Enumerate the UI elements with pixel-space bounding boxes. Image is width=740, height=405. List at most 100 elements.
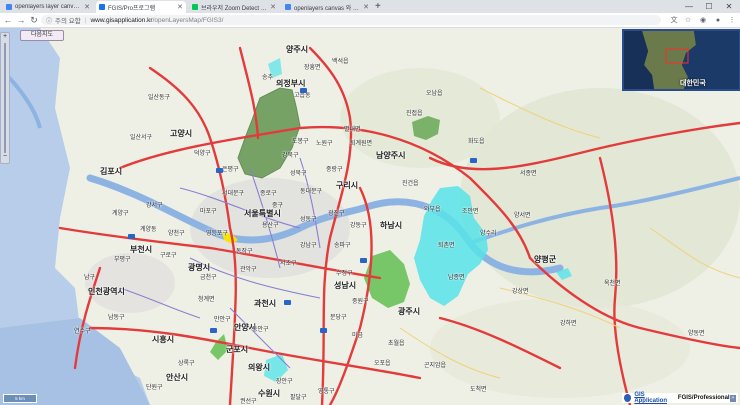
tab-openlayers-layer[interactable]: openlayers layer canvas image ✕ bbox=[3, 1, 93, 13]
minimize-button[interactable]: — bbox=[682, 0, 696, 12]
district-label: 와부읍 bbox=[424, 207, 441, 213]
district-label: 관악구 bbox=[240, 267, 257, 273]
district-label: 동작구 bbox=[236, 249, 253, 255]
collapse-button[interactable]: » bbox=[729, 394, 736, 402]
star-icon[interactable]: ☆ bbox=[683, 15, 693, 25]
address-bar[interactable]: ⓘ 주의 요함 | www.gisapplication.kr /openLay… bbox=[41, 15, 661, 25]
tab-label: FGIS/Pro프로그램 bbox=[108, 5, 156, 12]
zoom-in-button[interactable]: + bbox=[1, 33, 9, 41]
district-label: 조안면 bbox=[462, 209, 479, 215]
district-label: 영등포구 bbox=[206, 231, 229, 237]
district-label: 남구 bbox=[84, 275, 96, 281]
close-icon[interactable]: ✕ bbox=[270, 3, 276, 11]
city-label: 양주시 bbox=[286, 45, 309, 54]
district-label: 부평구 bbox=[114, 257, 131, 263]
district-label: 퇴촌면 bbox=[438, 243, 455, 249]
city-label: 과천시 bbox=[254, 299, 277, 308]
district-label: 중구 bbox=[272, 203, 284, 209]
road-shield bbox=[470, 158, 477, 163]
separator: | bbox=[84, 16, 87, 24]
district-label: 영통구 bbox=[318, 389, 335, 395]
district-label: 남동구 bbox=[108, 315, 125, 321]
tab-fgis-pro[interactable]: FGIS/Pro프로그램 ✕ bbox=[96, 1, 186, 13]
city-label: 성남시 bbox=[334, 281, 357, 290]
district-label: 동안구 bbox=[252, 327, 269, 333]
district-label: 백석읍 bbox=[332, 59, 349, 65]
district-label: 종로구 bbox=[260, 191, 277, 197]
district-label: 옥천면 bbox=[604, 281, 621, 287]
url-path: /openLayersMap/FGIS3/ bbox=[152, 16, 224, 24]
city-label: 부천시 bbox=[130, 245, 153, 254]
district-label: 미금 bbox=[352, 333, 364, 339]
road-shield bbox=[300, 88, 307, 93]
district-label: 오포읍 bbox=[374, 361, 391, 367]
info-icon[interactable]: ⓘ bbox=[46, 16, 52, 25]
district-label: 용산구 bbox=[262, 223, 279, 229]
district-label: 연수구 bbox=[74, 329, 91, 335]
district-label: 양수리 bbox=[480, 231, 497, 237]
extension-icon[interactable]: ◉ bbox=[698, 15, 708, 25]
district-label: 광진구 bbox=[328, 211, 345, 217]
tab-label: openlayers canvas 와 browser bbox=[294, 5, 360, 12]
city-label: 구리시 bbox=[336, 181, 359, 190]
menu-dots-icon[interactable]: ⋮ bbox=[727, 15, 737, 25]
zoom-control[interactable]: + − bbox=[0, 32, 10, 164]
close-icon[interactable]: ✕ bbox=[363, 3, 369, 11]
district-label: 곤지암읍 bbox=[424, 363, 447, 369]
district-label: 노원구 bbox=[316, 141, 333, 147]
city-label: 김포시 bbox=[100, 167, 123, 176]
translate-icon[interactable]: 文 bbox=[669, 15, 679, 25]
road-shield bbox=[360, 258, 367, 263]
district-label: 상록구 bbox=[178, 361, 195, 367]
map-viewport[interactable]: 양주시 의정부시 남양주시 서울특별시 구리시 하남시 김포시 부천시 인천광역… bbox=[0, 28, 740, 405]
gis-logo-icon bbox=[624, 394, 632, 402]
brand-bar: GIS Application FGIS/Professional » bbox=[622, 392, 738, 404]
browser-toolbar: ← → ↻ ⓘ 주의 요함 | www.gisapplication.kr /o… bbox=[0, 13, 740, 28]
maximize-button[interactable]: ☐ bbox=[702, 0, 716, 12]
overview-country-label: 대한민국 bbox=[680, 80, 706, 87]
district-label: 강하면 bbox=[560, 321, 577, 327]
district-label: 성동구 bbox=[300, 217, 317, 223]
forward-arrow-icon[interactable]: → bbox=[15, 14, 27, 26]
district-label: 장안구 bbox=[276, 379, 293, 385]
district-label: 팔달구 bbox=[290, 395, 307, 401]
district-label: 남종면 bbox=[448, 275, 465, 281]
city-label: 광주시 bbox=[398, 307, 421, 316]
naver-icon bbox=[192, 4, 198, 10]
district-label: 마포구 bbox=[200, 209, 217, 215]
close-icon[interactable]: ✕ bbox=[84, 3, 90, 11]
city-label: 고양시 bbox=[170, 129, 193, 138]
tab-label: 브라우저 Zoom Detect : 네이버 bbox=[201, 5, 267, 12]
reload-icon[interactable]: ↻ bbox=[28, 14, 40, 26]
district-label: 초월읍 bbox=[388, 341, 405, 347]
basemap-button[interactable]: 다음지도 bbox=[20, 30, 64, 41]
overview-map[interactable]: 대한민국 bbox=[622, 29, 740, 91]
zoom-out-button[interactable]: − bbox=[1, 153, 9, 161]
tab-strip: openlayers layer canvas image ✕ FGIS/Pro… bbox=[0, 0, 740, 13]
close-window-button[interactable]: ✕ bbox=[722, 0, 736, 12]
district-label: 퇴계원면 bbox=[350, 141, 373, 147]
brand-link[interactable]: GIS Application bbox=[634, 392, 675, 404]
tab-zoom-detect[interactable]: 브라우저 Zoom Detect : 네이버 ✕ bbox=[189, 1, 279, 13]
district-label: 중원구 bbox=[352, 299, 369, 305]
city-label: 하남시 bbox=[380, 221, 403, 230]
city-label: 서울특별시 bbox=[244, 209, 281, 218]
zoom-slider[interactable] bbox=[4, 43, 6, 153]
new-tab-button[interactable]: + bbox=[375, 1, 381, 12]
google-icon bbox=[6, 4, 12, 10]
district-label: 동대문구 bbox=[300, 189, 323, 195]
back-arrow-icon[interactable]: ← bbox=[2, 14, 14, 26]
security-status: 주의 요함 bbox=[55, 18, 81, 25]
road-shield bbox=[216, 168, 223, 173]
close-icon[interactable]: ✕ bbox=[177, 3, 183, 11]
google-icon bbox=[285, 4, 291, 10]
district-label: 강서구 bbox=[146, 203, 163, 209]
tab-openlayers-canvas[interactable]: openlayers canvas 와 browser ✕ bbox=[282, 1, 372, 13]
district-label: 강동구 bbox=[350, 223, 367, 229]
district-label: 서초구 bbox=[280, 261, 297, 267]
district-label: 화도읍 bbox=[468, 139, 485, 145]
city-label: 시흥시 bbox=[152, 335, 175, 344]
scale-bar: 5 km bbox=[3, 394, 37, 403]
account-icon[interactable]: ● bbox=[713, 15, 723, 25]
city-label: 인천광역시 bbox=[88, 287, 125, 296]
